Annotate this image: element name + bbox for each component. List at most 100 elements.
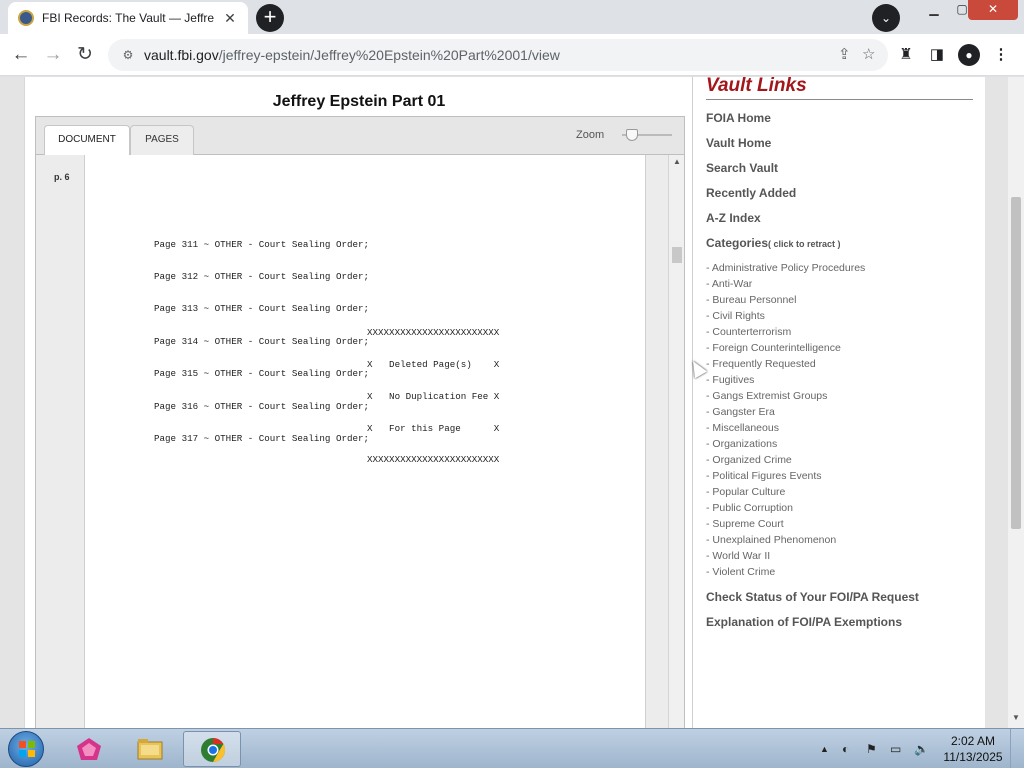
page-number-label: p. 6 [54,172,70,182]
link-exemptions[interactable]: Explanation of FOI/PA Exemptions [706,615,902,629]
viewer-tab-bar: DOCUMENT PAGES Zoom [36,117,684,155]
link-search-vault[interactable]: Search Vault [706,161,778,175]
category-link[interactable]: - Civil Rights [706,310,865,326]
link-recently-added[interactable]: Recently Added [706,186,796,200]
show-hidden-icons[interactable]: ▲ [820,729,829,768]
document-title: Jeffrey Epstein Part 01 [272,93,446,110]
volume-muted-icon[interactable]: 🔈 [914,729,929,768]
category-link[interactable]: - Counterterrorism [706,326,865,342]
profile-avatar-icon[interactable]: ● [958,44,980,66]
network-globe-icon[interactable]: ◐ [842,729,849,768]
link-vault-home[interactable]: Vault Home [706,136,771,150]
browser-tab[interactable]: FBI Records: The Vault — Jeffrey Epstein… [8,2,248,34]
kebab-menu-icon[interactable]: ⋮ [990,44,1012,66]
url-host: vault.fbi.gov [144,47,219,63]
scroll-up-arrow-icon[interactable]: ▲ [669,157,685,166]
show-desktop-button[interactable] [1010,729,1024,768]
tab-search-button[interactable]: ⌄ [872,4,900,32]
action-center-flag-icon[interactable]: ⚑ [866,729,877,768]
bookmark-star-icon[interactable]: ☆ [862,39,875,71]
category-link[interactable]: - Supreme Court [706,518,865,534]
page-scrollbar[interactable]: ▼ [1008,77,1024,728]
clock-time: 2:02 AM [950,734,996,748]
category-link[interactable]: - Organizations [706,438,865,454]
category-link[interactable]: - Frequently Requested [706,358,865,374]
category-link[interactable]: - Administrative Policy Procedures [706,262,865,278]
system-clock[interactable]: 2:02 AM 11/13/2025 [940,733,1006,765]
url-text[interactable]: vault.fbi.gov/jeffrey-epstein/Jeffrey%20… [144,47,560,63]
category-link[interactable]: - Gangs Extremist Groups [706,390,865,406]
categories-label: Categories [706,236,769,250]
category-list: - Administrative Policy Procedures - Ant… [706,262,865,582]
reload-icon[interactable]: ↻ [72,42,98,68]
link-check-status[interactable]: Check Status of Your FOI/PA Request [706,590,919,604]
folder-icon [137,739,163,760]
start-button[interactable] [8,731,44,767]
notice-line: XXXXXXXXXXXXXXXXXXXXXXXX [367,454,500,466]
vault-links-heading: Vault Links [706,77,973,100]
minimize-icon[interactable]: ▁ [920,0,948,20]
viewer-scrollbar[interactable]: ▲ [668,155,684,728]
page-scroll-thumb[interactable] [1011,197,1021,529]
category-link[interactable]: - Violent Crime [706,566,865,582]
category-link[interactable]: - Political Figures Events [706,470,865,486]
category-link[interactable]: - Public Corruption [706,502,865,518]
tab-pages[interactable]: PAGES [130,125,194,155]
category-link[interactable]: - Foreign Counterintelligence [706,342,865,358]
doc-line: Page 312 ~ OTHER - Court Sealing Order; [154,270,370,282]
viewer-scroll-thumb[interactable] [672,247,682,263]
pink-app-icon [77,738,101,760]
tab-title: FBI Records: The Vault — Jeffrey Epstein [42,11,214,25]
notice-line: X No Duplication Fee X [367,390,500,402]
windows-logo-icon [19,741,35,757]
category-link[interactable]: - Bureau Personnel [706,294,865,310]
browser-toolbar: ← → ↻ ⚙ vault.fbi.gov/jeffrey-epstein/Je… [0,34,1024,76]
doc-line: Page 314 ~ OTHER - Court Sealing Order; [154,335,370,347]
category-link[interactable]: - World War II [706,550,865,566]
categories-retract[interactable]: ( click to retract ) [768,239,841,249]
site-info-icon[interactable]: ⚙ [120,47,136,63]
doc-line: Page 315 ~ OTHER - Court Sealing Order; [154,368,370,380]
category-link[interactable]: - Anti-War [706,278,865,294]
category-link[interactable]: - Miscellaneous [706,422,865,438]
zoom-slider-handle[interactable] [626,129,638,141]
taskbar-chrome[interactable] [183,731,241,767]
doc-line: Page 313 ~ OTHER - Court Sealing Order; [154,303,370,315]
address-bar[interactable]: ⚙ vault.fbi.gov/jeffrey-epstein/Jeffrey%… [108,39,888,71]
document-page: Page 311 ~ OTHER - Court Sealing Order; … [84,155,646,728]
page-container: Jeffrey Epstein Part 01 DOCUMENT PAGES Z… [24,77,985,728]
window-close-icon[interactable]: ✕ [968,0,1018,20]
category-link[interactable]: - Fugitives [706,374,865,390]
url-path: /jeffrey-epstein/Jeffrey%20Epstein%20Par… [218,47,560,63]
tab-document[interactable]: DOCUMENT [44,125,130,155]
taskbar-file-explorer[interactable] [121,731,179,767]
doc-line: Page 317 ~ OTHER - Court Sealing Order; [154,432,370,444]
new-tab-button[interactable]: + [256,4,284,32]
close-tab-icon[interactable]: ✕ [222,10,238,27]
zoom-label: Zoom [576,129,605,141]
scroll-down-arrow-icon[interactable]: ▼ [1008,713,1024,722]
link-foia-home[interactable]: FOIA Home [706,111,771,125]
fbi-seal-icon [18,10,34,26]
doc-line: Page 311 ~ OTHER - Court Sealing Order; [154,238,370,250]
taskbar-app-pink[interactable] [60,731,118,767]
link-az-index[interactable]: A-Z Index [706,211,761,225]
category-link[interactable]: - Popular Culture [706,486,865,502]
notice-line: X For this Page X [367,422,500,434]
forward-arrow-icon[interactable]: → [40,42,66,68]
notice-line: X Deleted Page(s) X [367,358,500,370]
category-link[interactable]: - Organized Crime [706,454,865,470]
share-icon[interactable]: ⇪ [838,39,851,71]
clock-date: 11/13/2025 [943,750,1003,764]
categories-toggle[interactable]: Categories( click to retract ) [706,236,841,250]
back-arrow-icon[interactable]: ← [8,42,34,68]
vault-links-sidebar: Vault Links FOIA Home Vault Home Search … [692,77,985,728]
category-link[interactable]: - Gangster Era [706,406,865,422]
deleted-page-notice: XXXXXXXXXXXXXXXXXXXXXXXX X Deleted Page(… [367,307,499,487]
chrome-icon [201,738,226,762]
extension-icon[interactable]: ♜ [895,44,917,66]
side-panel-icon[interactable]: ◨ [926,44,948,66]
category-link[interactable]: - Unexplained Phenomenon [706,534,865,550]
display-icon[interactable]: ▭ [890,729,901,768]
taskbar: ▲ ◐ ⚑ ▭ 🔈 2:02 AM 11/13/2025 [0,728,1024,768]
